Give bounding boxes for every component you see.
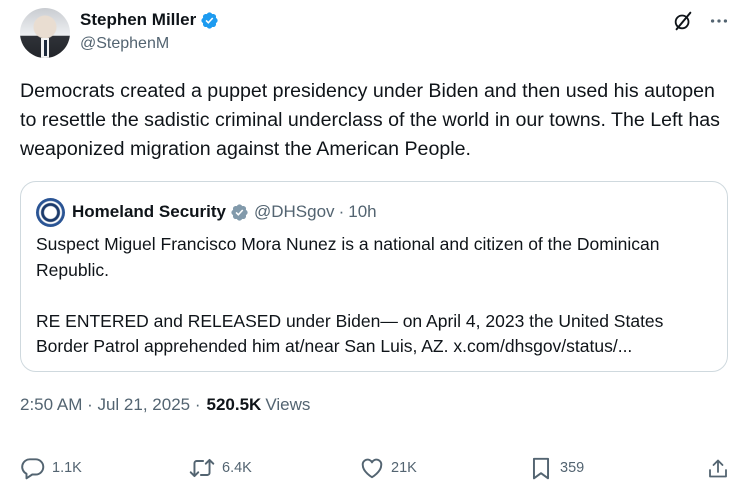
- like-count: 21K: [391, 460, 417, 476]
- dhs-seal-avatar: [36, 197, 65, 227]
- retweet-icon: [189, 458, 215, 478]
- share-icon: [709, 459, 727, 478]
- header-actions: [672, 10, 730, 32]
- views-count: 520.5K: [206, 395, 262, 414]
- share-button[interactable]: [706, 457, 736, 481]
- quoted-author-handle: @DHSgov: [254, 202, 335, 221]
- reply-button[interactable]: 1.1K: [20, 455, 82, 481]
- views-label: Views: [265, 395, 311, 414]
- bookmark-icon: [532, 457, 550, 480]
- like-icon: [361, 458, 383, 479]
- like-button[interactable]: 21K: [359, 455, 417, 481]
- tweet-text: Democrats created a puppet presidency un…: [20, 80, 720, 160]
- reply-count: 1.1K: [52, 460, 82, 476]
- tweet-header: Stephen Miller @StephenM: [20, 8, 730, 60]
- quoted-tweet-header: Homeland Security @DHSgov · 10h: [36, 197, 377, 227]
- tweet-timestamp: 2:50 AM · Jul 21, 2025 · 520.5K Views: [20, 395, 310, 415]
- author-name-row: Stephen Miller: [80, 9, 219, 31]
- bookmark-button[interactable]: 359: [528, 455, 584, 481]
- quoted-time: 10h: [348, 202, 377, 221]
- quoted-tweet-text: Suspect Miguel Francisco Mora Nunez is a…: [36, 234, 664, 356]
- grok-icon[interactable]: [672, 10, 694, 32]
- verified-badge-icon: [201, 11, 218, 29]
- author-handle[interactable]: @StephenM: [80, 35, 169, 53]
- government-badge-icon: [231, 203, 248, 221]
- quoted-author-name: Homeland Security: [72, 202, 226, 221]
- meta-separator: ·: [338, 202, 345, 221]
- reply-icon: [21, 458, 45, 480]
- avatar[interactable]: [20, 8, 70, 58]
- action-bar: 1.1K 6.4K 21K 359: [20, 455, 730, 485]
- bookmark-count: 359: [560, 460, 585, 476]
- quoted-tweet[interactable]: Homeland Security @DHSgov · 10h Suspect …: [20, 181, 728, 372]
- author-name[interactable]: Stephen Miller: [80, 10, 196, 30]
- timestamp-text[interactable]: 2:50 AM · Jul 21, 2025 ·: [20, 395, 201, 415]
- more-icon[interactable]: [708, 10, 730, 32]
- retweet-button[interactable]: 6.4K: [188, 455, 252, 481]
- retweet-count: 6.4K: [222, 460, 252, 476]
